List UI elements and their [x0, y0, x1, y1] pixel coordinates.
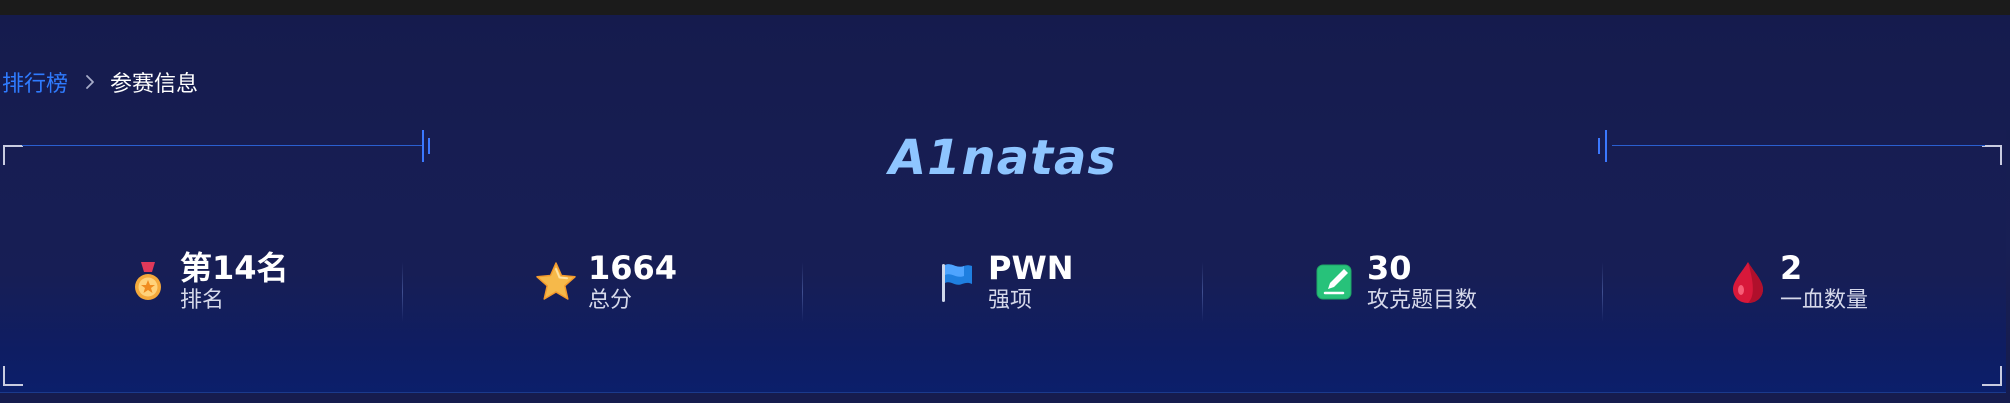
- blood-drop-icon: [1726, 260, 1770, 304]
- stat-total-score: 1664 总分: [534, 242, 677, 322]
- stat-divider: [402, 262, 403, 322]
- frame-corner: [1982, 366, 2002, 386]
- stat-strength: PWN 强项: [934, 242, 1074, 322]
- breadcrumb-link-leaderboard[interactable]: 排行榜: [2, 66, 68, 98]
- stat-first-blood: 2 一血数量: [1726, 242, 1868, 322]
- stat-label: 强项: [988, 288, 1033, 313]
- breadcrumb: 排行榜 参赛信息: [2, 67, 198, 97]
- team-info-panel: A1natas 第14名 排名 1664 总分 PWN 强项 30 攻克题目数 …: [0, 130, 2006, 393]
- stat-value: 1664: [588, 249, 678, 287]
- breadcrumb-current: 参赛信息: [110, 72, 199, 97]
- stat-label: 一血数量: [1780, 288, 1869, 313]
- stat-value: 2: [1780, 249, 1803, 287]
- stat-value: 30: [1367, 249, 1412, 287]
- stat-divider: [802, 262, 803, 322]
- stat-label: 排名: [180, 288, 225, 313]
- stat-divider: [1202, 262, 1203, 322]
- edit-icon: [1313, 260, 1357, 304]
- chevron-right-icon: [84, 73, 96, 91]
- stat-solved-count: 30 攻克题目数: [1313, 242, 1477, 322]
- stat-value: PWN: [988, 249, 1074, 287]
- medal-icon: [126, 260, 170, 304]
- stat-value: 第14名: [180, 249, 289, 287]
- stat-label: 攻克题目数: [1367, 288, 1478, 313]
- stats-row: 第14名 排名 1664 总分 PWN 强项 30 攻克题目数 2 一血数量: [0, 242, 2006, 322]
- team-name: A1natas: [888, 130, 1117, 186]
- team-info-page: 排行榜 参赛信息 A1natas 第14名 排名 1664 总分 PWN 强项 …: [0, 15, 2010, 403]
- star-icon: [534, 260, 578, 304]
- stat-divider: [1602, 262, 1603, 322]
- frame-corner: [3, 366, 23, 386]
- stat-label: 总分: [588, 288, 633, 313]
- stat-rank: 第14名 排名: [126, 242, 289, 322]
- top-bar: [0, 0, 2010, 15]
- flag-icon: [934, 260, 978, 304]
